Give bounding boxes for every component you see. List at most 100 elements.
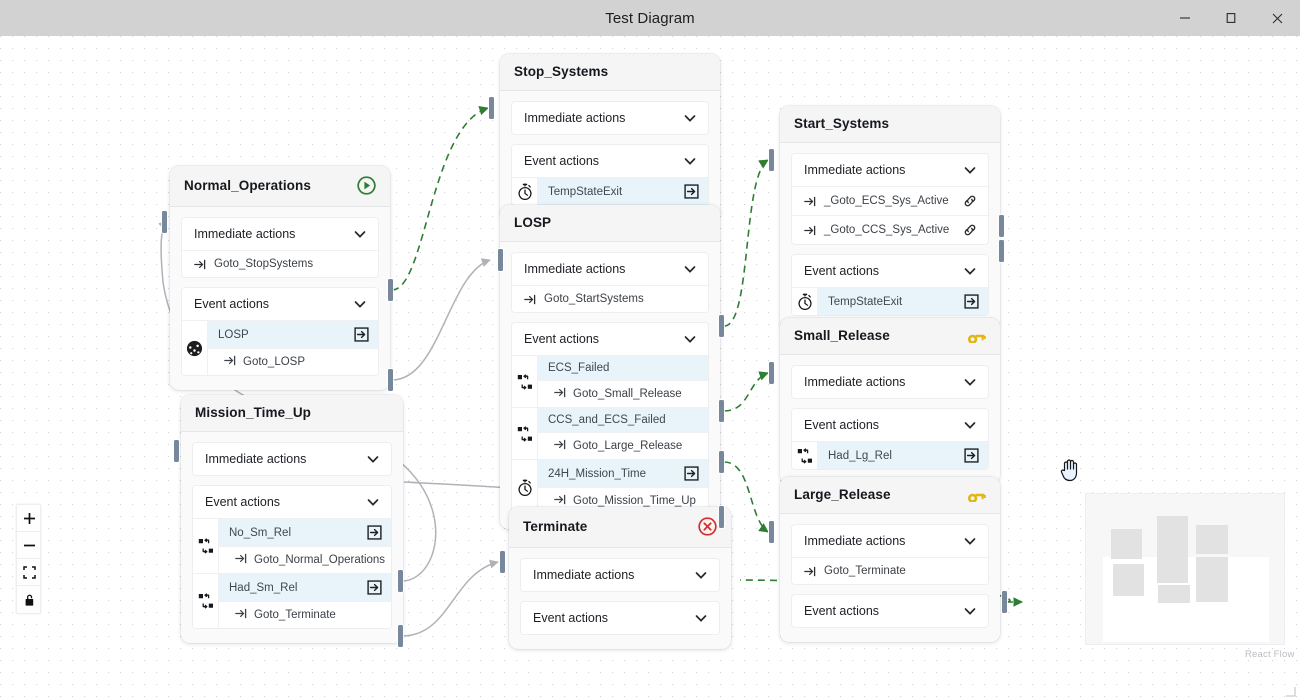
immediate-actions-header[interactable]: Immediate actions <box>521 559 719 591</box>
node-losp[interactable]: LOSP Immediate actions Goto_StartSystems Ev… <box>500 205 720 529</box>
chevron-down-icon[interactable] <box>683 332 697 346</box>
handle-mission-time-up-source-terminate[interactable] <box>398 625 403 647</box>
key-icon[interactable] <box>966 329 986 343</box>
immediate-actions-header[interactable]: Immediate actions <box>512 253 708 285</box>
node-stop_systems[interactable]: Stop_Systems Immediate actions Event actio… <box>500 54 720 220</box>
node-normal_operations[interactable]: Normal_Operations Immediate actions Goto_S… <box>170 166 390 390</box>
handle-start-systems-target[interactable] <box>769 149 774 171</box>
event-trigger-row[interactable]: Had_Sm_Rel <box>219 574 391 601</box>
immediate-actions-header[interactable]: Immediate actions <box>193 443 391 475</box>
maximize-button[interactable] <box>1208 0 1254 36</box>
fit-view-button[interactable] <box>17 559 40 586</box>
event-action-row[interactable]: Goto_Small_Release <box>538 380 708 407</box>
handle-start-systems-source-ccs[interactable] <box>999 240 1004 262</box>
node-header-start_systems[interactable]: Start_Systems <box>780 106 1000 143</box>
chevron-down-icon[interactable] <box>683 154 697 168</box>
node-terminate[interactable]: Terminate Immediate actions Event actions <box>509 507 731 649</box>
flow-canvas[interactable]: Normal_Operations Immediate actions Goto_S… <box>0 36 1300 700</box>
immediate-action-row[interactable]: Goto_Terminate <box>792 557 988 584</box>
node-header-terminate[interactable]: Terminate <box>509 507 731 548</box>
event-action-row[interactable]: Goto_LOSP <box>208 348 378 375</box>
chevron-down-icon[interactable] <box>353 297 367 311</box>
handle-large-release-source[interactable] <box>1002 591 1007 613</box>
event-trigger-row[interactable]: TempStateExit <box>538 178 708 205</box>
resize-grip[interactable] <box>1283 684 1296 697</box>
chevron-down-icon[interactable] <box>683 262 697 276</box>
chevron-down-icon[interactable] <box>366 495 380 509</box>
node-header-mission_time_up[interactable]: Mission_Time_Up <box>181 395 403 432</box>
event-action-row[interactable]: Goto_Large_Release <box>538 432 708 459</box>
stop-circle-icon[interactable] <box>698 517 717 536</box>
chevron-down-icon[interactable] <box>694 568 708 582</box>
node-header-large_release[interactable]: Large_Release <box>780 477 1000 514</box>
lock-button[interactable] <box>17 586 40 613</box>
handle-normal-operations-target[interactable] <box>162 211 167 233</box>
zoom-out-button[interactable] <box>17 532 40 559</box>
event-actions-header[interactable]: Event actions <box>792 255 988 287</box>
enter-icon[interactable] <box>964 294 979 309</box>
handle-losp-source-small[interactable] <box>719 400 724 422</box>
handle-small-release-target[interactable] <box>769 362 774 384</box>
event-actions-header[interactable]: Event actions <box>521 602 719 634</box>
handle-losp-source-start[interactable] <box>719 315 724 337</box>
chevron-down-icon[interactable] <box>694 611 708 625</box>
immediate-action-row[interactable]: _Goto_CCS_Sys_Active <box>792 215 988 244</box>
handle-normal-operations-source-losp[interactable] <box>388 369 393 391</box>
chevron-down-icon[interactable] <box>366 452 380 466</box>
node-large_release[interactable]: Large_Release Immediate actions Goto_Termi… <box>780 477 1000 642</box>
handle-mission-time-up-target[interactable] <box>174 440 179 462</box>
node-header-small_release[interactable]: Small_Release <box>780 318 1000 355</box>
event-actions-header[interactable]: Event actions <box>193 486 391 518</box>
node-header-stop_systems[interactable]: Stop_Systems <box>500 54 720 91</box>
enter-icon[interactable] <box>354 327 369 342</box>
chevron-down-icon[interactable] <box>963 375 977 389</box>
event-trigger-row[interactable]: CCS_and_ECS_Failed <box>538 408 708 432</box>
enter-icon[interactable] <box>684 466 699 481</box>
immediate-actions-header[interactable]: Immediate actions <box>512 102 708 134</box>
event-trigger-row[interactable]: TempStateExit <box>818 288 988 315</box>
minimap[interactable] <box>1085 493 1285 645</box>
chevron-down-icon[interactable] <box>683 111 697 125</box>
chevron-down-icon[interactable] <box>963 264 977 278</box>
zoom-in-button[interactable] <box>17 505 40 532</box>
link-icon[interactable] <box>963 194 977 208</box>
handle-large-release-target[interactable] <box>769 521 774 543</box>
key-icon[interactable] <box>966 488 986 502</box>
event-action-row[interactable]: Goto_Normal_Operations <box>219 546 391 573</box>
handle-terminate-target[interactable] <box>500 551 505 573</box>
event-actions-header[interactable]: Event actions <box>792 409 988 441</box>
immediate-action-row[interactable]: Goto_StopSystems <box>182 250 378 277</box>
minimize-button[interactable] <box>1162 0 1208 36</box>
event-trigger-row[interactable]: No_Sm_Rel <box>219 519 391 546</box>
handle-losp-source-mission[interactable] <box>719 506 724 528</box>
node-start_systems[interactable]: Start_Systems Immediate actions _Goto_ECS_… <box>780 106 1000 330</box>
event-actions-header[interactable]: Event actions <box>182 288 378 320</box>
link-icon[interactable] <box>963 223 977 237</box>
handle-stop-systems-target[interactable] <box>489 97 494 119</box>
handle-normal-operations-source-stop[interactable] <box>388 279 393 301</box>
immediate-action-row[interactable]: _Goto_ECS_Sys_Active <box>792 186 988 215</box>
close-button[interactable] <box>1254 0 1300 36</box>
immediate-actions-header[interactable]: Immediate actions <box>182 218 378 250</box>
event-trigger-row[interactable]: ECS_Failed <box>538 356 708 380</box>
chevron-down-icon[interactable] <box>963 163 977 177</box>
event-actions-header[interactable]: Event actions <box>512 145 708 177</box>
event-trigger-row[interactable]: Had_Lg_Rel <box>818 442 988 469</box>
enter-icon[interactable] <box>684 184 699 199</box>
chevron-down-icon[interactable] <box>963 418 977 432</box>
handle-start-systems-source-ecs[interactable] <box>999 215 1004 237</box>
node-mission_time_up[interactable]: Mission_Time_Up Immediate actions Event ac… <box>181 395 403 643</box>
node-header-normal_operations[interactable]: Normal_Operations <box>170 166 390 207</box>
node-header-losp[interactable]: LOSP <box>500 205 720 242</box>
immediate-actions-header[interactable]: Immediate actions <box>792 154 988 186</box>
enter-icon[interactable] <box>367 580 382 595</box>
immediate-actions-header[interactable]: Immediate actions <box>792 525 988 557</box>
event-trigger-row[interactable]: 24H_Mission_Time <box>538 460 708 487</box>
immediate-actions-header[interactable]: Immediate actions <box>792 366 988 398</box>
event-actions-header[interactable]: Event actions <box>792 595 988 627</box>
event-actions-header[interactable]: Event actions <box>512 323 708 355</box>
chevron-down-icon[interactable] <box>963 534 977 548</box>
immediate-action-row[interactable]: Goto_StartSystems <box>512 285 708 312</box>
handle-losp-target[interactable] <box>498 249 503 271</box>
enter-icon[interactable] <box>964 448 979 463</box>
